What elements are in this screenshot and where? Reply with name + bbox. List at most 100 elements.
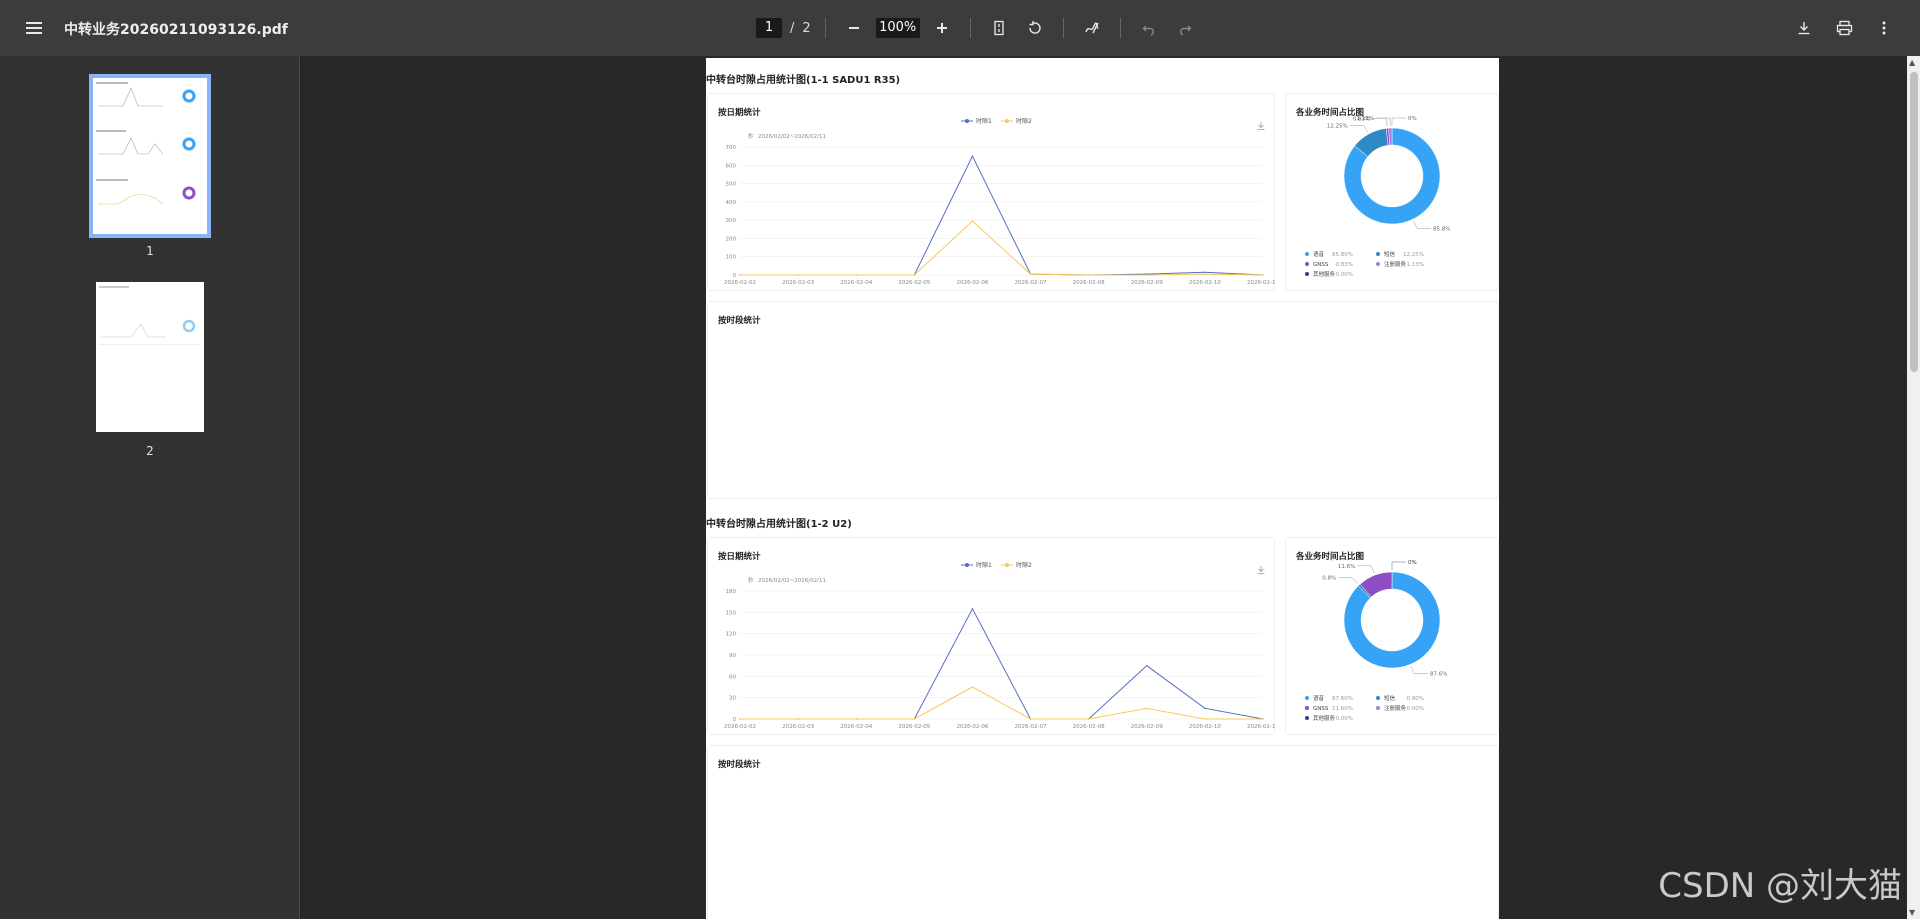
x-tick-label: 2026-02-06: [956, 724, 988, 730]
divider: [1119, 18, 1121, 38]
legend-marker: [1376, 252, 1380, 256]
page-zoom-controls: 1 / 2 100%: [756, 14, 1199, 42]
series-line: [740, 155, 1264, 276]
x-tick-label: 2026-02-07: [1015, 724, 1047, 730]
legend-marker: [1376, 706, 1380, 710]
data-point: [1029, 718, 1032, 720]
label-leader: [1357, 565, 1375, 574]
data-point: [1262, 718, 1264, 720]
scroll-down-icon[interactable]: ▼: [1909, 908, 1915, 917]
data-point: [1204, 718, 1206, 720]
slice-outer-label: 0%: [1408, 116, 1417, 122]
legend-label: 注册服务: [1384, 260, 1407, 268]
y-tick-label: 120: [726, 632, 737, 638]
slice-outer-label: 11.6%: [1338, 564, 1355, 570]
x-tick-label: 2026-02-09: [1131, 724, 1163, 730]
y-tick-label: 30: [729, 696, 736, 702]
data-point: [1204, 271, 1206, 273]
total-pages: 2: [802, 20, 811, 36]
undo-icon[interactable]: [1135, 14, 1163, 42]
label-leader: [1372, 118, 1388, 127]
zoom-in-button[interactable]: [928, 14, 956, 42]
label-leader: [1391, 117, 1406, 126]
legend-marker: [1005, 563, 1009, 567]
legend-marker: [1305, 252, 1309, 256]
x-tick-label: 2026-02-02: [724, 280, 756, 286]
annotate-pen-icon[interactable]: [1078, 14, 1106, 42]
legend-marker: [1376, 696, 1380, 700]
data-point: [855, 274, 857, 276]
data-point: [1146, 274, 1148, 276]
card-title: 按时段统计: [718, 316, 761, 326]
print-icon[interactable]: [1830, 14, 1858, 42]
legend-value: 0.00%: [1336, 716, 1353, 722]
rotate-icon[interactable]: [1021, 14, 1049, 42]
ratio-pie-card: 各业务时间占比图 85.8% 12.25% 0.83% 1.12% 0% 语音 85.80%…: [1285, 93, 1499, 291]
label-leader: [1410, 666, 1429, 674]
legend-marker: [1305, 696, 1309, 700]
legend-value: 0.83%: [1336, 262, 1353, 268]
date-stats-card: 按日期统计 0 30 60 90 120 150 180 2026-02-02 2026-02-…: [707, 537, 1276, 735]
data-point: [1204, 273, 1206, 275]
series-line: [740, 220, 1264, 276]
legend-label: GNSS: [1313, 262, 1329, 268]
legend-label: 时隙1: [976, 561, 992, 569]
label-leader: [1391, 561, 1406, 570]
redo-icon[interactable]: [1171, 14, 1199, 42]
period-stats-card: 按时段统计: [707, 745, 1499, 919]
line-chart-plot: 0 30 60 90 120 150 180 2026-02-02 2026-02-03 2026…: [724, 561, 1276, 730]
x-tick-label: 2026-02-03: [782, 280, 814, 286]
data-point: [1204, 707, 1206, 710]
zoom-level-input[interactable]: 100%: [875, 18, 920, 38]
legend-value: 0.00%: [1336, 272, 1353, 278]
divider: [1062, 18, 1064, 38]
menu-icon[interactable]: [22, 16, 46, 40]
legend-label: 注册服务: [1384, 704, 1407, 712]
legend-marker: [1305, 706, 1309, 710]
legend-label: 语音: [1313, 694, 1325, 702]
page-thumbnail-label: 1: [146, 244, 154, 258]
donut-chart-plot: 85.8% 12.25% 0.83% 1.12% 0% 语音 85.80% 短信 12.25% G…: [1305, 116, 1451, 278]
vertical-scrollbar[interactable]: ▲ ▼: [1907, 56, 1920, 919]
scroll-up-icon[interactable]: ▲: [1909, 58, 1915, 67]
legend-label: 其他服务: [1313, 270, 1336, 278]
download-icon[interactable]: [1790, 14, 1818, 42]
legend-value: 12.25%: [1403, 252, 1424, 258]
legend-marker: [965, 119, 969, 123]
legend-value: 1.13%: [1407, 262, 1424, 268]
y-tick-label: 0: [733, 273, 737, 279]
label-leader: [1349, 125, 1368, 133]
legend-marker: [1376, 262, 1380, 266]
thumbnail-preview: [99, 286, 199, 345]
label-leader: [1391, 561, 1406, 570]
current-page-input[interactable]: 1: [756, 18, 782, 38]
x-tick-label: 2026-02-02: [724, 724, 756, 730]
legend-value: 11.60%: [1332, 706, 1353, 712]
label-leader: [1413, 220, 1432, 229]
line-chart: 0 100 200 300 400 500 600 700 2026-02-02 2026-02-…: [724, 117, 1276, 286]
date-stats-card: 按日期统计 0 100 200 300 400 500 600 700 2026-02-02 20…: [707, 93, 1276, 291]
data-point: [1087, 274, 1090, 276]
download-chart-icon[interactable]: [1257, 566, 1265, 574]
series-line: [740, 686, 1263, 720]
toolbar-actions: [1790, 14, 1898, 42]
x-tick-label: 2026-02-09: [1131, 280, 1163, 286]
page-thumbnail-2[interactable]: [96, 282, 204, 432]
legend-label: 时隙2: [1016, 561, 1032, 569]
section-title: 中转台时隙占用统计图(1-1 SADU1 R35): [706, 75, 901, 86]
more-options-icon[interactable]: [1870, 14, 1898, 42]
fit-page-icon[interactable]: [985, 14, 1013, 42]
legend-marker: [1005, 119, 1009, 123]
scrollbar-thumb[interactable]: [1910, 72, 1918, 372]
x-tick-label: 2026-02-04: [840, 280, 872, 286]
slice-outer-label: 0%: [1408, 560, 1417, 566]
period-stats-card: 按时段统计: [707, 301, 1499, 499]
data-point: [1262, 274, 1264, 276]
page-thumbnail-1[interactable]: [89, 74, 211, 238]
legend-label: 短信: [1384, 694, 1396, 702]
zoom-out-button[interactable]: [840, 14, 868, 42]
download-chart-icon[interactable]: [1257, 122, 1265, 130]
divider: [824, 18, 826, 38]
x-tick-label: 2026-02-04: [840, 724, 872, 730]
data-point: [1146, 664, 1148, 667]
